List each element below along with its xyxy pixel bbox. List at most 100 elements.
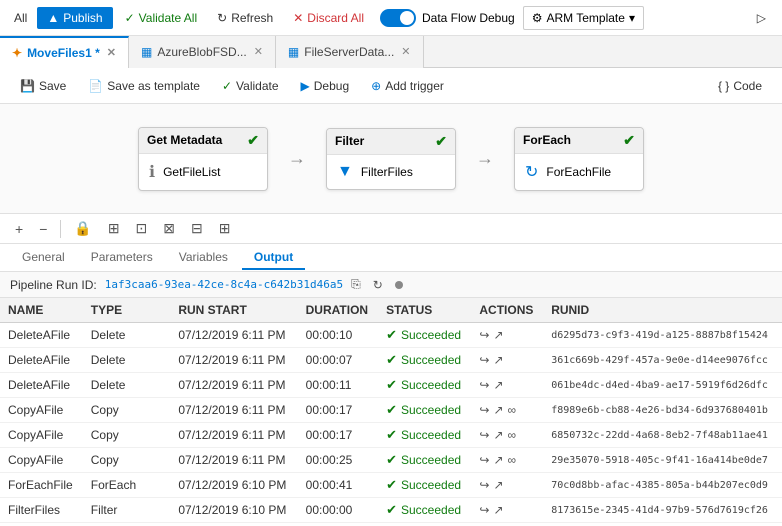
action-input-icon[interactable]: ↪ — [479, 478, 489, 492]
tab-azureblobfsd[interactable]: ▦ AzureBlobFSD... ✕ — [129, 36, 276, 68]
validate-all-icon: ✓ — [125, 11, 135, 25]
cell-duration: 00:00:07 — [298, 348, 378, 373]
node-filter-status: ✔ — [435, 133, 447, 150]
tab-movefiles-close[interactable]: ✕ — [107, 46, 116, 59]
cell-name: GetFileList — [0, 523, 83, 526]
cell-actions[interactable]: ↪↗ — [471, 373, 543, 398]
cell-actions[interactable]: ↪↗ — [471, 523, 543, 526]
data-flow-debug-toggle[interactable] — [380, 9, 416, 27]
node-filter-title: Filter — [335, 134, 364, 148]
output-table-wrap[interactable]: NAME TYPE RUN START DURATION STATUS ACTI… — [0, 298, 782, 526]
fitscreen-tool[interactable]: ⊞ — [103, 217, 125, 240]
cell-actions[interactable]: ↪ ↗ ∞ — [471, 423, 543, 448]
save-as-template-button[interactable]: 📄 Save as template — [78, 75, 210, 97]
tab-output[interactable]: Output — [242, 246, 305, 270]
action-extra-icon[interactable]: ∞ — [508, 428, 517, 442]
add-trigger-label: Add trigger — [385, 79, 444, 93]
node-foreach-body: ↻ ForEachFile — [515, 154, 643, 190]
action-input-icon[interactable]: ↪ — [479, 403, 489, 417]
node-getmetadata-title: Get Metadata — [147, 133, 222, 147]
action-output-icon[interactable]: ↗ — [493, 328, 503, 342]
action-input-icon[interactable]: ↪ — [479, 453, 489, 467]
arrange-tool[interactable]: ⊟ — [186, 217, 208, 240]
publish-label: Publish — [63, 11, 102, 25]
col-status: STATUS — [378, 298, 471, 323]
cell-duration: 00:00:17 — [298, 398, 378, 423]
table-header-row: NAME TYPE RUN START DURATION STATUS ACTI… — [0, 298, 782, 323]
cell-status: ✔Succeeded — [378, 348, 471, 373]
cell-run-start: 07/12/2019 6:11 PM — [170, 423, 297, 448]
cell-name: DeleteAFile — [0, 373, 83, 398]
tab-movefiles-label: MoveFiles1 * — [27, 46, 100, 60]
action-output-icon[interactable]: ↗ — [493, 503, 503, 517]
validate-button[interactable]: ✓ Validate — [212, 75, 289, 97]
node-getmetadata[interactable]: Get Metadata ✔ ℹ GetFileList — [138, 127, 268, 191]
code-button[interactable]: { } Code — [708, 75, 772, 97]
discard-all-button[interactable]: ✕ Discard All — [285, 7, 372, 29]
grid-tool[interactable]: ⊞ — [214, 217, 236, 240]
cell-actions[interactable]: ↪ ↗ ∞ — [471, 398, 543, 423]
cell-actions[interactable]: ↪↗ — [471, 323, 543, 348]
add-trigger-button[interactable]: ⊕ Add trigger — [361, 75, 454, 97]
save-button[interactable]: 💾 Save — [10, 75, 76, 97]
tab-movefiles[interactable]: ✦ MoveFiles1 * ✕ — [0, 36, 129, 68]
action-input-icon[interactable]: ↪ — [479, 428, 489, 442]
lock-tool[interactable]: 🔒 — [69, 217, 96, 240]
col-type: TYPE — [83, 298, 171, 323]
table-row: FilterFiles Filter 07/12/2019 6:10 PM 00… — [0, 498, 782, 523]
copy-icon[interactable]: ⎘ — [351, 277, 361, 292]
action-input-icon[interactable]: ↪ — [479, 503, 489, 517]
action-output-icon[interactable]: ↗ — [493, 403, 503, 417]
tab-fileserverdata-label: FileServerData... — [304, 45, 394, 59]
cell-name: CopyAFile — [0, 398, 83, 423]
cell-actions[interactable]: ↪↗ — [471, 473, 543, 498]
tab-azureblobfsd-close[interactable]: ✕ — [254, 45, 263, 58]
tab-parameters[interactable]: Parameters — [79, 246, 165, 270]
action-output-icon[interactable]: ↗ — [493, 428, 503, 442]
debug-label: Debug — [314, 79, 349, 93]
action-output-icon[interactable]: ↗ — [493, 378, 503, 392]
node-foreach-title: ForEach — [523, 133, 571, 147]
col-actions: ACTIONS — [471, 298, 543, 323]
cell-status: ✔Succeeded — [378, 498, 471, 523]
tab-variables[interactable]: Variables — [167, 246, 240, 270]
node-filter[interactable]: Filter ✔ ▼ FilterFiles — [326, 128, 456, 190]
refresh-run-icon[interactable]: ↻ — [373, 278, 383, 292]
debug-button[interactable]: ▶ Debug — [291, 75, 360, 97]
tab-fileserverdata-close[interactable]: ✕ — [401, 45, 410, 58]
pipeline-canvas[interactable]: Get Metadata ✔ ℹ GetFileList → Filter ✔ … — [0, 104, 782, 214]
select-tool[interactable]: ⊠ — [158, 217, 180, 240]
cell-actions[interactable]: ↪↗ — [471, 498, 543, 523]
action-output-icon[interactable]: ↗ — [493, 453, 503, 467]
zoomfit-tool[interactable]: ⊡ — [131, 217, 153, 240]
cell-duration: 00:00:25 — [298, 448, 378, 473]
table-row: ForEachFile ForEach 07/12/2019 6:10 PM 0… — [0, 473, 782, 498]
validate-all-button[interactable]: ✓ Validate All — [117, 7, 206, 29]
table-row: GetFileList GetMetadata 07/12/2019 6:10 … — [0, 523, 782, 526]
action-output-icon[interactable]: ↗ — [493, 353, 503, 367]
publish-button[interactable]: ▲ Publish — [37, 7, 112, 29]
discard-all-label: Discard All — [307, 11, 364, 25]
refresh-button[interactable]: ↻ Refresh — [209, 7, 281, 29]
action-output-icon[interactable]: ↗ — [493, 478, 503, 492]
action-input-icon[interactable]: ↪ — [479, 353, 489, 367]
status-check-icon: ✔ — [386, 477, 397, 493]
cell-name: CopyAFile — [0, 423, 83, 448]
tab-fileserverdata[interactable]: ▦ FileServerData... ✕ — [276, 36, 424, 68]
node-getmetadata-status: ✔ — [247, 132, 259, 149]
arm-template-button[interactable]: ⚙ ARM Template ▾ — [523, 6, 644, 30]
cell-actions[interactable]: ↪ ↗ ∞ — [471, 448, 543, 473]
cell-run-start: 07/12/2019 6:11 PM — [170, 373, 297, 398]
node-foreach[interactable]: ForEach ✔ ↻ ForEachFile — [514, 127, 644, 191]
cell-type: Delete — [83, 373, 171, 398]
send-button[interactable]: ▷ — [749, 7, 774, 29]
add-tool[interactable]: + — [10, 218, 28, 240]
tab-general[interactable]: General — [10, 246, 77, 270]
action-input-icon[interactable]: ↪ — [479, 378, 489, 392]
action-extra-icon[interactable]: ∞ — [508, 403, 517, 417]
remove-tool[interactable]: − — [34, 218, 52, 240]
cell-actions[interactable]: ↪↗ — [471, 348, 543, 373]
action-extra-icon[interactable]: ∞ — [508, 453, 517, 467]
cell-name: DeleteAFile — [0, 348, 83, 373]
action-input-icon[interactable]: ↪ — [479, 328, 489, 342]
